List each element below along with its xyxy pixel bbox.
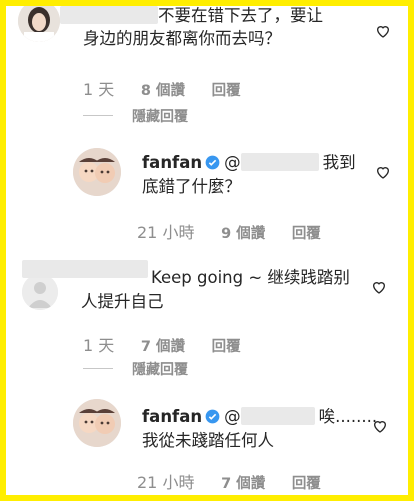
mention[interactable]: @ [224,407,241,426]
username[interactable]: fanfan [142,153,202,172]
heart-icon[interactable] [372,418,388,434]
avatar[interactable] [73,148,121,196]
reply-text-tail: 我到 [322,153,356,172]
reply-button[interactable]: 回覆 [212,339,241,355]
reply-text-line1: fanfan @ 唉........ [142,405,377,428]
likes-count[interactable]: 7 個讚 [221,476,265,492]
redacted-mention [240,407,315,425]
avatar[interactable] [73,399,121,447]
reply-time: 21 小時 [137,223,195,242]
reply-time: 21 小時 [137,473,195,492]
verified-badge-icon [205,155,220,170]
redacted-mention [240,153,319,171]
reply-button[interactable]: 回覆 [292,226,321,242]
comment-meta: 1 天 7 個讚 回覆 [83,332,263,356]
redacted-username [60,6,158,24]
heart-icon[interactable] [375,23,391,39]
comment-time: 1 天 [83,336,115,355]
heart-icon[interactable] [371,279,387,295]
avatar[interactable] [22,274,58,310]
mention[interactable]: @ [224,153,241,172]
username[interactable]: fanfan [142,407,202,426]
hide-replies-button[interactable]: 隱藏回覆 [132,359,188,379]
reply-meta: 21 小時 7 個讚 回覆 [137,469,343,493]
comments-list: 不要在错下去了，要让 身边的朋友都离你而去吗？ 1 天 8 個讚 回覆 隱藏回覆 [6,6,408,495]
reply-text-line1: fanfan @ 我到 [142,151,356,174]
verified-badge-icon [205,409,220,424]
comment-text-line1: 不要在错下去了，要让 [158,6,323,25]
comment-text-line2: 身边的朋友都离你而去吗？ [83,29,281,48]
reply-text-line2: 我從未踐踏任何人 [142,431,274,450]
reply-text-tail: 唉........ [318,407,378,426]
likes-count[interactable]: 7 個讚 [141,339,185,355]
reply-meta: 21 小時 9 個讚 回覆 [137,219,343,243]
reply-button[interactable]: 回覆 [292,476,321,492]
heart-icon[interactable] [375,164,391,180]
redacted-username [22,260,148,278]
avatar[interactable] [18,6,60,42]
likes-count[interactable]: 9 個讚 [221,226,265,242]
divider-line [83,115,113,116]
hide-replies-button[interactable]: 隱藏回覆 [132,106,188,126]
comment-text-line1: Keep going ~ 继续践踏别 [151,268,350,287]
likes-count[interactable]: 8 個讚 [141,83,185,99]
comment-time: 1 天 [83,80,115,99]
comment-meta: 1 天 8 個讚 回覆 [83,76,263,100]
reply-text-line2: 底錯了什麼？ [142,177,241,196]
reply-button[interactable]: 回覆 [212,83,241,99]
comment-text-line2: 人提升自己 [81,292,164,311]
divider-line [83,368,113,369]
